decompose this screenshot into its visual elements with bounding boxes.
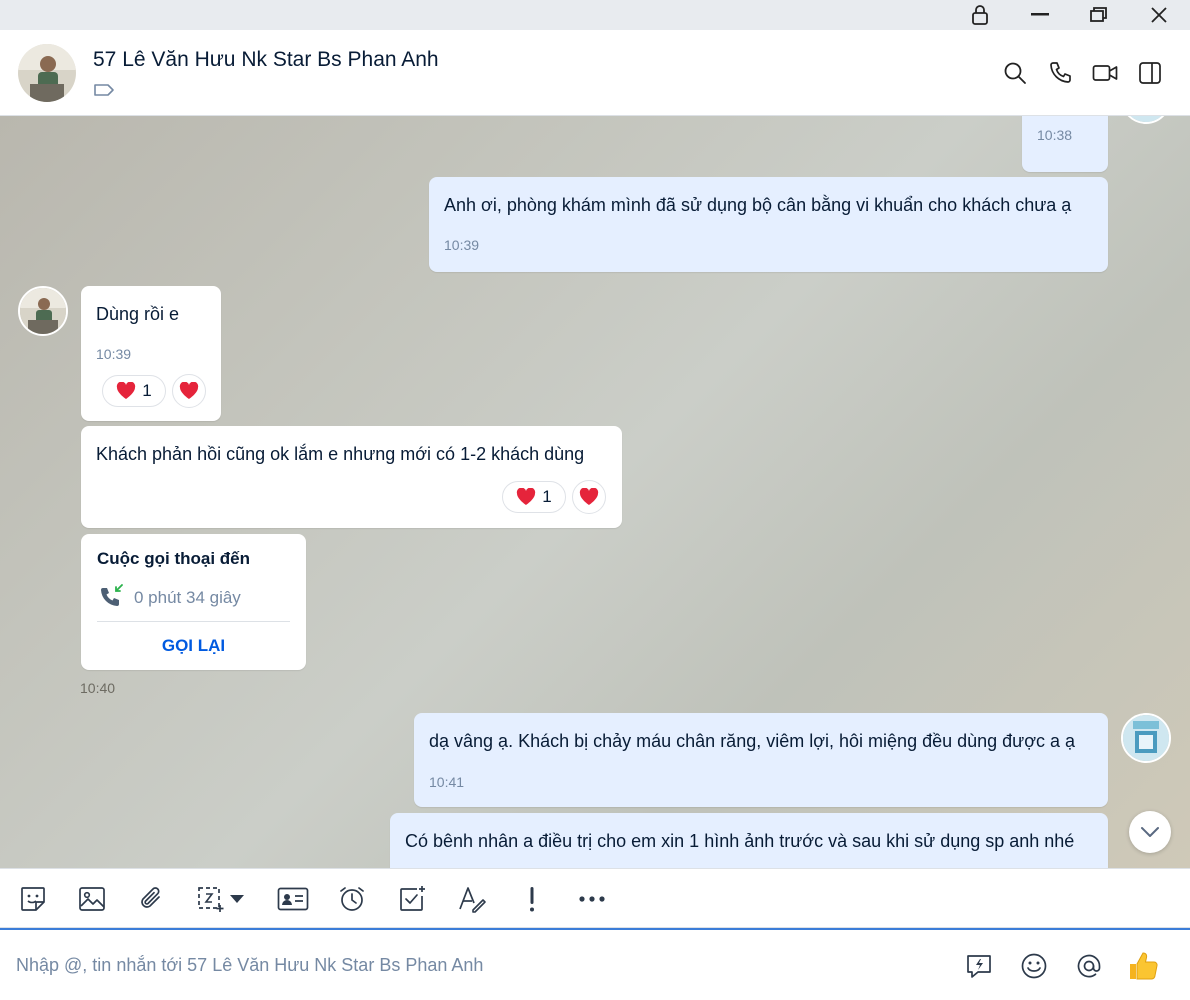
thumbs-up-icon <box>1130 952 1158 980</box>
contact-card-icon <box>277 887 309 911</box>
message-bubble-incoming[interactable]: Dùng rồi e 10:39 1 <box>81 286 221 421</box>
composer-toolbar <box>0 868 1190 928</box>
chat-title: 57 Lê Văn Hưu Nk Star Bs Phan Anh <box>93 48 439 71</box>
more-icon <box>579 896 605 902</box>
reaction-count: 1 <box>542 487 552 506</box>
message-time: 10:39 <box>96 346 132 362</box>
message-list[interactable]: 10:38 Anh ơi, phòng khám mình đã sử dụng… <box>0 116 1190 868</box>
reminder-button[interactable] <box>336 883 368 915</box>
caret-down-icon <box>230 895 244 903</box>
assign-task-button[interactable] <box>396 883 428 915</box>
lock-button[interactable] <box>960 0 1000 30</box>
message-text: Có bênh nhân a điều trị cho em xin 1 hìn… <box>405 831 1075 851</box>
contact-avatar-small[interactable] <box>18 286 68 336</box>
call-duration: 0 phút 34 giây <box>134 588 241 607</box>
urgent-icon <box>530 887 534 912</box>
mention-icon <box>1077 954 1101 978</box>
message-input[interactable] <box>16 950 916 980</box>
avatar-photo <box>1123 116 1169 122</box>
divider <box>97 621 290 622</box>
mention-button[interactable] <box>1073 950 1105 982</box>
reaction-summary[interactable]: 1 <box>502 481 566 513</box>
video-call-button[interactable] <box>1088 56 1122 90</box>
close-window-button[interactable] <box>1139 0 1179 30</box>
screenshot-button[interactable] <box>196 883 250 915</box>
close-icon <box>1151 7 1167 23</box>
sticker-button[interactable] <box>17 883 49 915</box>
search-button[interactable] <box>998 56 1032 90</box>
reminder-icon <box>340 887 364 911</box>
lock-icon <box>972 5 988 25</box>
tag-icon <box>94 84 114 96</box>
message-composer <box>0 928 1190 1000</box>
window-titlebar <box>0 0 1190 30</box>
my-avatar[interactable] <box>1121 116 1171 124</box>
avatar-photo <box>18 44 76 102</box>
phone-icon <box>1050 62 1071 83</box>
message-text: Anh ơi, phòng khám mình đã sử dụng bộ câ… <box>444 195 1072 215</box>
message-time: 10:38 <box>1037 127 1073 143</box>
heart-icon <box>517 488 536 505</box>
call-card: Cuộc gọi thoại đến 0 phút 34 giây GỌI LẠ… <box>81 534 306 670</box>
attach-file-button[interactable] <box>136 883 168 915</box>
message-time: 10:41 <box>429 774 465 790</box>
more-options-button[interactable] <box>576 883 608 915</box>
video-icon <box>1092 65 1118 81</box>
avatar-photo <box>1123 715 1169 761</box>
send-contact-card-button[interactable] <box>276 883 310 915</box>
message-bubble-outgoing[interactable]: Anh ơi, phòng khám mình đã sử dụng bộ câ… <box>429 177 1108 272</box>
avatar-photo <box>20 288 66 334</box>
image-icon <box>79 887 105 911</box>
text-format-button[interactable] <box>456 883 488 915</box>
search-icon <box>1004 62 1026 84</box>
voice-call-button[interactable] <box>1043 56 1077 90</box>
minimize-button[interactable] <box>1020 0 1060 30</box>
task-icon <box>400 886 425 911</box>
quick-message-icon <box>967 955 991 978</box>
contact-avatar[interactable] <box>18 44 76 102</box>
message-text: Khách phản hồi cũng ok lắm e nhưng mới c… <box>96 444 585 464</box>
text-format-icon <box>459 887 486 913</box>
restore-icon <box>1090 7 1107 22</box>
message-bubble-outgoing[interactable]: Có bênh nhân a điều trị cho em xin 1 hìn… <box>390 813 1108 868</box>
heart-icon <box>179 382 199 399</box>
message-bubble-outgoing[interactable]: 10:38 <box>1022 116 1108 172</box>
sidebar-toggle-icon <box>1139 62 1161 84</box>
heart-icon <box>117 382 136 399</box>
reaction-summary[interactable]: 1 <box>102 375 166 407</box>
message-text: Dùng rồi e <box>96 304 180 324</box>
chat-header: 57 Lê Văn Hưu Nk Star Bs Phan Anh <box>0 30 1190 116</box>
message-bubble-outgoing[interactable]: dạ vâng ạ. Khách bị chảy máu chân răng, … <box>414 713 1108 807</box>
add-reaction-button[interactable] <box>572 480 606 514</box>
heart-icon <box>579 488 599 505</box>
my-avatar[interactable] <box>1121 713 1171 763</box>
incoming-call-icon <box>99 584 125 613</box>
attachment-icon <box>141 887 160 908</box>
chevron-down-icon <box>1141 827 1159 837</box>
message-text: dạ vâng ạ. Khách bị chảy máu chân răng, … <box>429 731 1076 751</box>
scroll-to-bottom-button[interactable] <box>1129 811 1171 853</box>
quick-like-button[interactable] <box>1127 950 1159 982</box>
label-tag-button[interactable] <box>93 83 115 102</box>
sticker-icon <box>21 887 45 911</box>
call-title: Cuộc gọi thoại đến <box>97 549 250 568</box>
minimize-icon <box>1031 13 1049 16</box>
quick-message-button[interactable] <box>963 950 995 982</box>
emoji-icon <box>1021 953 1047 979</box>
add-reaction-button[interactable] <box>172 374 206 408</box>
message-bubble-incoming[interactable]: Khách phản hồi cũng ok lắm e nhưng mới c… <box>81 426 622 528</box>
reaction-count: 1 <box>142 381 152 400</box>
mark-urgent-button[interactable] <box>516 883 548 915</box>
emoji-button[interactable] <box>1018 950 1050 982</box>
sidebar-toggle-button[interactable] <box>1133 56 1167 90</box>
restore-button[interactable] <box>1079 0 1119 30</box>
screenshot-icon <box>198 887 224 912</box>
message-time: 10:40 <box>80 680 116 696</box>
call-back-button[interactable]: GỌI LẠI <box>81 636 306 656</box>
send-image-button[interactable] <box>76 883 108 915</box>
message-time: 10:39 <box>444 237 480 253</box>
